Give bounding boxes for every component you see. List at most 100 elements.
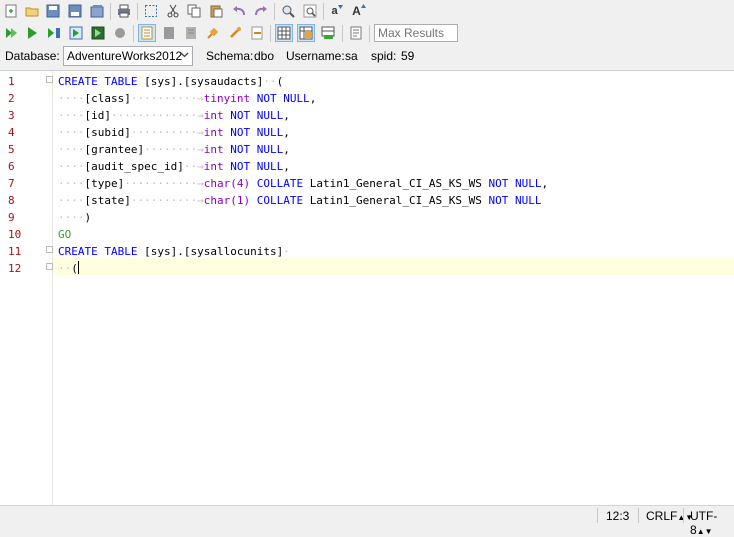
not-null-constraint: NOT NULL <box>488 194 542 207</box>
line-number: 8 <box>8 194 15 207</box>
spid-label: spid: <box>371 49 397 63</box>
new-document-button[interactable] <box>2 2 20 20</box>
code-line-3: ····[id]·············→int NOT NULL, <box>58 109 290 122</box>
find-icon <box>282 5 295 18</box>
keyword: CREATE <box>58 245 98 258</box>
keyword: TABLE <box>104 245 138 258</box>
column-type: int <box>203 109 224 122</box>
toggle-results-button[interactable] <box>138 24 156 42</box>
execute-to-cursor-button[interactable] <box>45 24 63 42</box>
code-line-8: ····[state]··········→char(1) COLLATE La… <box>58 194 542 207</box>
commit-icon <box>230 27 241 38</box>
save-all-button[interactable] <box>88 2 106 20</box>
database-label: Database: <box>5 49 60 63</box>
select-all-button[interactable] <box>142 2 160 20</box>
encoding-selector[interactable]: UTF-8▲▼ <box>690 509 734 537</box>
grid-gray-icon <box>164 27 174 39</box>
column-type: int <box>203 160 224 173</box>
table-file-icon <box>321 26 335 39</box>
document-lines-icon <box>141 26 153 40</box>
database-value: AdventureWorks2012 <box>67 49 183 63</box>
column-name: [class] <box>84 92 131 105</box>
code-line-2: ····[class]··········→tinyint NOT NULL, <box>58 92 317 105</box>
code-line-12: ··( <box>58 261 79 275</box>
new-document-icon <box>5 4 17 18</box>
column-type: char(1) <box>203 194 251 207</box>
execute-selection-button[interactable] <box>89 24 107 42</box>
keyword: CREATE <box>58 75 98 88</box>
fold-marker-icon[interactable] <box>46 263 53 270</box>
open-paren: ( <box>276 75 284 88</box>
results-text-button[interactable] <box>182 24 200 42</box>
save-all-icon <box>90 5 104 18</box>
copy-button[interactable] <box>185 2 203 20</box>
increase-font-icon: A <box>352 4 361 18</box>
code-line-1: CREATE TABLE [sys].[sysaudacts]··( <box>58 75 284 88</box>
transaction-button[interactable] <box>204 24 222 42</box>
results-to-grid-button[interactable] <box>275 24 293 42</box>
code-line-5: ····[grantee]········→int NOT NULL, <box>58 143 290 156</box>
dot: . <box>177 245 184 258</box>
go-keyword: GO <box>58 228 72 241</box>
save-as-button[interactable] <box>66 2 84 20</box>
undo-icon <box>233 6 245 16</box>
fold-marker-icon[interactable] <box>46 76 53 83</box>
line-ending-selector[interactable]: CRLF▲▼ <box>646 509 693 523</box>
open-paren: ( <box>71 262 78 275</box>
stop-button[interactable] <box>111 24 129 42</box>
sql-editor[interactable]: 1 2 3 4 5 6 7 8 9 10 11 12 CREATE TABLE [sys].[sysa… <box>0 70 734 507</box>
table-text-icon <box>299 26 313 40</box>
database-select[interactable]: AdventureWorks2012 <box>63 46 193 66</box>
connection-info-bar: Database: AdventureWorks2012 Schema: dbo… <box>0 46 734 66</box>
line-number: 3 <box>8 109 15 122</box>
stop-icon <box>115 28 125 38</box>
text-caret <box>77 261 79 274</box>
line-number: 10 <box>8 228 22 241</box>
column-name: [subid] <box>84 126 131 139</box>
increase-font-button[interactable]: A <box>350 2 368 20</box>
replace-button[interactable] <box>301 2 319 20</box>
find-button[interactable] <box>279 2 297 20</box>
execute-statement-icon <box>69 26 83 40</box>
rollback-button[interactable] <box>248 24 266 42</box>
cut-button[interactable] <box>164 2 182 20</box>
execute-button[interactable] <box>23 24 41 42</box>
query-toolbar <box>0 22 734 46</box>
paste-button[interactable] <box>207 2 225 20</box>
save-button[interactable] <box>44 2 62 20</box>
column-type: char(4) <box>203 177 251 190</box>
execute-all-button[interactable] <box>2 24 20 42</box>
code-line-6: ····[audit_spec_id]··→int NOT NULL, <box>58 160 290 173</box>
execute-statement-button[interactable] <box>67 24 85 42</box>
arrow-down-small-icon <box>337 4 343 9</box>
max-results-input[interactable] <box>374 24 458 42</box>
collation-name: Latin1_General_CI_AS_KS_WS <box>309 194 482 207</box>
spid-value: 59 <box>401 49 415 63</box>
code-area[interactable]: CREATE TABLE [sys].[sysaudacts]··( ····[… <box>58 71 734 507</box>
redo-icon <box>255 6 267 16</box>
arrow-up-small-icon <box>360 4 366 8</box>
username-value: sa <box>345 49 358 63</box>
query-options-button[interactable] <box>347 24 365 42</box>
print-button[interactable] <box>115 2 133 20</box>
scissors-icon <box>167 4 179 18</box>
not-null-constraint: NOT NULL <box>488 177 542 190</box>
not-null-constraint: NOT NULL <box>230 126 284 139</box>
redo-button[interactable] <box>252 2 270 20</box>
collate-keyword: COLLATE <box>256 194 304 207</box>
results-to-text-button[interactable] <box>297 24 315 42</box>
undo-button[interactable] <box>230 2 248 20</box>
line-ending-value: CRLF <box>646 509 678 523</box>
results-grid-button[interactable] <box>160 24 178 42</box>
updown-icon: ▲▼ <box>696 527 713 536</box>
decrease-font-button[interactable]: a <box>328 2 346 20</box>
fold-marker-icon[interactable] <box>46 246 53 253</box>
selection-icon <box>145 5 157 17</box>
collation-name: Latin1_General_CI_AS_KS_WS <box>309 177 482 190</box>
commit-button[interactable] <box>226 24 244 42</box>
line-number: 7 <box>8 177 15 190</box>
options-icon <box>350 26 362 40</box>
open-button[interactable] <box>23 2 41 20</box>
results-to-file-button[interactable] <box>319 24 337 42</box>
schema-label: Schema: <box>206 49 254 63</box>
